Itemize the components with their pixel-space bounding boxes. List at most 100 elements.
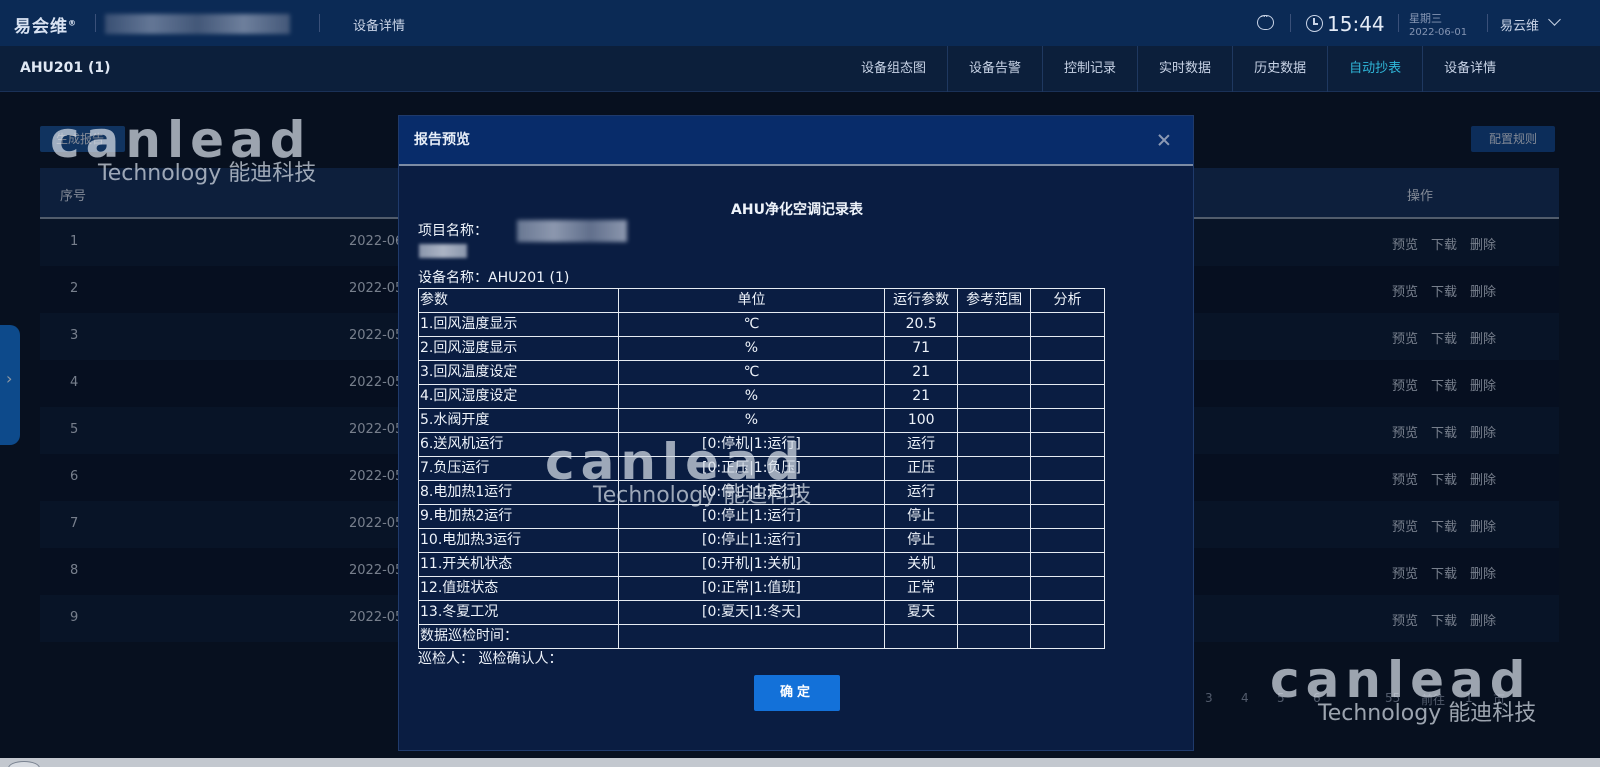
range-cell <box>957 408 1032 433</box>
analysis-cell <box>1030 432 1105 457</box>
tab-auto-meter[interactable]: 自动抄表 <box>1327 46 1422 92</box>
user-menu[interactable]: 易云维 <box>1500 15 1539 34</box>
inspect-time-label: 数据巡检时间： <box>418 624 619 649</box>
inspect-time-cell <box>884 624 959 649</box>
project-name-redacted <box>419 244 467 258</box>
report-row: 1.回风温度显示 ℃ 20.5 <box>418 312 1105 337</box>
report-row: 5.水阀开度% 100 <box>418 408 1105 433</box>
report-row: 10.电加热3运行 [0:停止|1:运行] 停止 <box>418 528 1105 553</box>
breadcrumb[interactable]: 设备详情 <box>353 15 405 34</box>
tab-device-detail[interactable]: 设备详情 <box>1422 46 1517 92</box>
unit-cell: [0:停止|1:运行] <box>617 528 886 553</box>
watermark-logo: canlead Technology 能迪科技 <box>1270 651 1537 726</box>
unit-cell: [0:夏天|1:冬天] <box>617 600 886 625</box>
param-cell: 4.回风湿度设定 <box>418 384 619 409</box>
report-header-cell: 单位 <box>617 288 886 313</box>
report-row: 4.回风湿度设定% 21 <box>418 384 1105 409</box>
value-cell: 21 <box>884 384 959 409</box>
report-row: 12.值班状态 [0:正常|1:值班] 正常 <box>418 576 1105 601</box>
range-cell <box>957 528 1032 553</box>
range-cell <box>957 480 1032 505</box>
device-tabs: 设备组态图 设备告警 控制记录 实时数据 历史数据 自动抄表 设备详情 <box>840 46 1517 92</box>
analysis-cell <box>1030 504 1105 529</box>
param-cell: 1.回风温度显示 <box>418 312 619 337</box>
divider <box>319 14 320 32</box>
confirm-button[interactable]: 确定 <box>754 675 840 711</box>
report-row-inspect-time: 数据巡检时间： <box>418 624 1105 649</box>
tab-topology[interactable]: 设备组态图 <box>840 46 947 92</box>
param-cell: 12.值班状态 <box>418 576 619 601</box>
analysis-cell <box>1030 336 1105 361</box>
top-bar: 易会维® 设备详情 15:44 星期三 2022-06-01 易云维 <box>0 0 1600 46</box>
tab-realtime[interactable]: 实时数据 <box>1137 46 1232 92</box>
report-header-cell: 参考范围 <box>957 288 1032 313</box>
param-cell: 13.冬夏工况 <box>418 600 619 625</box>
analysis-cell <box>1030 480 1105 505</box>
analysis-cell <box>1030 360 1105 385</box>
param-cell: 2.回风湿度显示 <box>418 336 619 361</box>
divider <box>1487 14 1488 32</box>
tab-alarms[interactable]: 设备告警 <box>947 46 1042 92</box>
value-cell: 停止 <box>884 504 959 529</box>
project-name-label: 项目名称： <box>418 223 488 239</box>
project-name-redacted <box>105 14 290 34</box>
value-cell: 运行 <box>884 432 959 457</box>
param-cell: 5.水阀开度 <box>418 408 619 433</box>
report-row: 11.开关机状态 [0:开机|1:关机] 关机 <box>418 552 1105 577</box>
close-icon[interactable] <box>1157 133 1171 147</box>
range-cell <box>957 360 1032 385</box>
dialog-title: 报告预览 <box>414 132 470 148</box>
range-cell <box>957 576 1032 601</box>
unit-cell: % <box>617 336 886 361</box>
inspect-time-cell <box>957 624 1032 649</box>
value-cell: 正压 <box>884 456 959 481</box>
chevron-down-icon[interactable] <box>1548 13 1561 26</box>
taskbar-strip <box>0 758 1600 767</box>
analysis-cell <box>1030 576 1105 601</box>
unit-cell: % <box>617 384 886 409</box>
weekday: 星期三 <box>1409 12 1442 25</box>
report-row: 13.冬夏工况 [0:夏天|1:冬天] 夏天 <box>418 600 1105 625</box>
report-header-cell: 参数 <box>418 288 619 313</box>
date: 2022-06-01 <box>1409 27 1468 38</box>
divider <box>1290 14 1291 32</box>
watermark-logo: canlead Technology 能迪科技 <box>545 433 812 508</box>
range-cell <box>957 552 1032 577</box>
project-name-redacted <box>517 220 627 242</box>
report-row: 2.回风湿度显示% 71 <box>418 336 1105 361</box>
device-name-label: 设备名称：AHU201 (1) <box>418 270 570 286</box>
watermark-logo: canlead Technology 能迪科技 <box>50 111 317 186</box>
range-cell <box>957 432 1032 457</box>
message-icon[interactable] <box>1257 10 1274 30</box>
device-bar: AHU201 (1) 设备组态图 设备告警 控制记录 实时数据 历史数据 自动抄… <box>0 46 1600 92</box>
param-cell: 3.回风温度设定 <box>418 360 619 385</box>
dialog-header: 报告预览 <box>399 116 1193 166</box>
value-cell: 夏天 <box>884 600 959 625</box>
value-cell: 20.5 <box>884 312 959 337</box>
analysis-cell <box>1030 312 1105 337</box>
range-cell <box>957 600 1032 625</box>
range-cell <box>957 336 1032 361</box>
clock-icon <box>1306 15 1323 32</box>
value-cell: 21 <box>884 360 959 385</box>
tab-history[interactable]: 历史数据 <box>1232 46 1327 92</box>
report-header-row: 参数 单位 运行参数 参考范围 分析 <box>418 288 1105 313</box>
range-cell <box>957 312 1032 337</box>
clock-time: 15:44 <box>1327 12 1385 36</box>
param-cell: 10.电加热3运行 <box>418 528 619 553</box>
unit-cell: % <box>617 408 886 433</box>
tab-control-log[interactable]: 控制记录 <box>1042 46 1137 92</box>
report-row: 9.电加热2运行 [0:停止|1:运行] 停止 <box>418 504 1105 529</box>
value-cell: 停止 <box>884 528 959 553</box>
range-cell <box>957 456 1032 481</box>
report-row: 3.回风温度设定 ℃ 21 <box>418 360 1105 385</box>
range-cell <box>957 384 1032 409</box>
app-logo: 易会维® <box>14 17 77 37</box>
unit-cell: ℃ <box>617 312 886 337</box>
analysis-cell <box>1030 408 1105 433</box>
analysis-cell <box>1030 384 1105 409</box>
report-header-cell: 分析 <box>1030 288 1105 313</box>
param-cell: 11.开关机状态 <box>418 552 619 577</box>
unit-cell: [0:正常|1:值班] <box>617 576 886 601</box>
analysis-cell <box>1030 600 1105 625</box>
